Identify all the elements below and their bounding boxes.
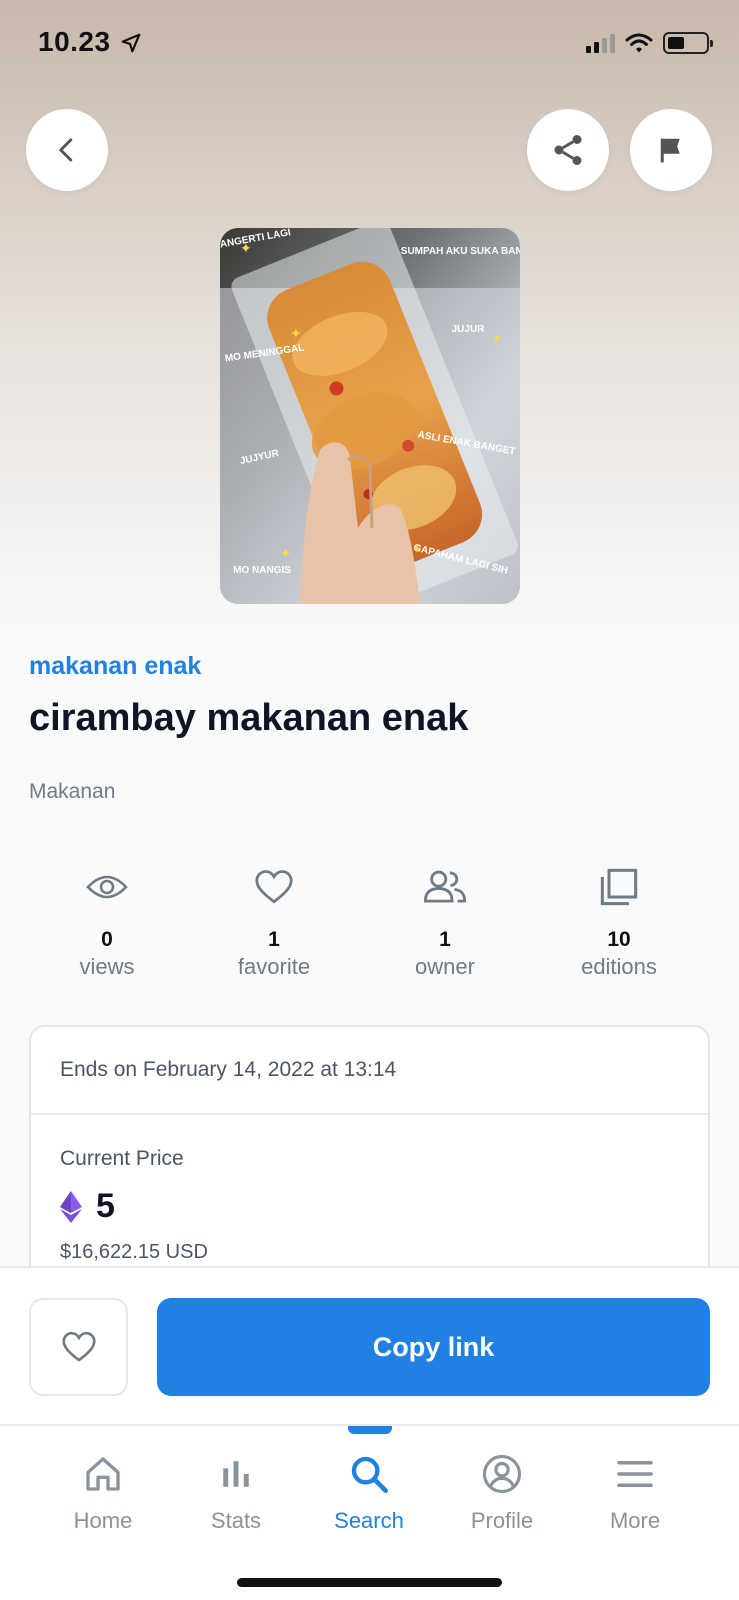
menu-icon (617, 1461, 653, 1487)
stat-views-label: views (79, 954, 135, 979)
stat-editions: 10 editions (544, 862, 694, 980)
tab-search-label: Search (334, 1508, 404, 1533)
active-tab-indicator (348, 1426, 392, 1434)
svg-text:✦: ✦ (492, 332, 502, 346)
tab-stats-label: Stats (210, 1508, 262, 1533)
current-price-label: Current Price (60, 1147, 184, 1170)
price-usd: $16,622.15 USD (60, 1241, 208, 1263)
svg-text:✦: ✦ (290, 325, 302, 341)
users-icon (423, 870, 467, 903)
tab-home[interactable]: Home (43, 1450, 163, 1534)
stat-editions-value: 10 (607, 928, 631, 951)
stat-favorites-label: favorite (237, 954, 311, 979)
wifi-icon (625, 33, 653, 53)
stat-views: 0 views (32, 862, 182, 980)
location-arrow-icon (121, 33, 141, 53)
heart-icon (61, 1331, 96, 1362)
chevron-left-icon (59, 138, 73, 162)
status-bar: 10.23 (0, 0, 739, 90)
page-title: cirambay makanan enak (29, 697, 469, 739)
tab-profile-label: Profile (470, 1508, 534, 1533)
back-button[interactable] (26, 109, 108, 191)
caption-2: SUMPAH AKU SUKA BANGET (401, 246, 520, 257)
nft-artwork-image[interactable]: GANGERTI LAGI SUMPAH AKU SUKA BANGET MO … (220, 228, 520, 604)
svg-text:✦: ✦ (240, 240, 252, 256)
tab-stats[interactable]: Stats (176, 1450, 296, 1534)
tab-search[interactable]: Search (309, 1450, 429, 1534)
svg-text:✦: ✦ (412, 542, 422, 556)
cellular-signal-icon (586, 33, 615, 53)
ethereum-icon (60, 1190, 82, 1223)
caption-4: JUJUR (452, 324, 486, 335)
tab-more-label: More (609, 1508, 661, 1533)
price-value: 5 (96, 1187, 115, 1225)
flag-icon (660, 138, 680, 163)
stat-owners: 1 owner (370, 862, 520, 980)
stats-row: 0 views 1 favorite 1 owner 10 editions (0, 862, 739, 982)
tab-profile[interactable]: Profile (442, 1450, 562, 1534)
battery-icon (663, 32, 713, 54)
share-button[interactable] (527, 109, 609, 191)
home-icon (86, 1457, 120, 1491)
search-icon (351, 1456, 388, 1493)
status-time: 10.23 (38, 26, 111, 57)
collection-link[interactable]: makanan enak (29, 652, 201, 681)
stat-favorites: 1 favorite (199, 862, 349, 980)
bottom-tab-bar: Home Stats Search Profile More (0, 1426, 739, 1600)
copies-icon (600, 868, 638, 906)
favorite-button[interactable] (29, 1298, 128, 1396)
auction-end-time: Ends on February 14, 2022 at 13:14 (31, 1027, 708, 1115)
stat-editions-label: editions (581, 954, 657, 979)
tab-more[interactable]: More (575, 1450, 695, 1534)
svg-text:✦: ✦ (280, 545, 292, 561)
report-button[interactable] (630, 109, 712, 191)
profile-icon (482, 1454, 522, 1494)
home-indicator (237, 1578, 502, 1587)
item-description: Makanan (29, 780, 116, 803)
eye-icon (86, 875, 128, 899)
bar-chart-icon (223, 1461, 249, 1487)
stat-owners-label: owner (415, 954, 475, 979)
action-bar: Copy link (0, 1266, 739, 1426)
share-icon (554, 135, 582, 165)
heart-icon (255, 870, 293, 904)
copy-link-button[interactable]: Copy link (157, 1298, 710, 1396)
stat-owners-value: 1 (439, 928, 451, 951)
stat-views-value: 0 (101, 928, 113, 951)
caption-7: MO NANGIS (233, 565, 291, 576)
tab-home-label: Home (73, 1508, 133, 1533)
stat-favorites-value: 1 (268, 928, 280, 951)
